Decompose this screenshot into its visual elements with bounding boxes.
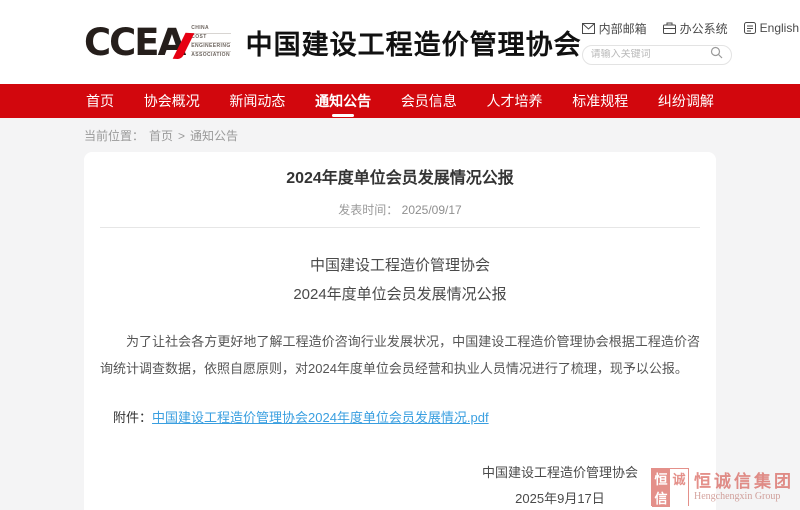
signature-row: 中国建设工程造价管理协会 2025年9月17日: [100, 460, 700, 510]
site-header: CCEA CHINA COST ENGINEERING ASSOCIATION …: [0, 0, 800, 84]
main-nav-inner: 首页 协会概况 新闻动态 通知公告 会员信息 人才培养 标准规程 纠纷调解: [84, 83, 716, 119]
attachment-label: 附件：: [113, 410, 152, 425]
internal-mail-link[interactable]: 内部邮箱: [582, 20, 647, 37]
publish-date-label: 发表时间：: [338, 203, 398, 217]
title-divider: [100, 227, 700, 228]
site-title: 中国建设工程造价管理协会: [246, 23, 582, 62]
article-paragraph: 为了让社会各方更好地了解工程造价咨询行业发展状况，中国建设工程造价管理协会根据工…: [100, 328, 700, 382]
search-box[interactable]: [582, 45, 732, 65]
office-system-label: 办公系统: [680, 20, 728, 37]
logo-subtext-line: ENGINEERING: [191, 43, 230, 52]
signature-block: 中国建设工程造价管理协会 2025年9月17日: [482, 460, 638, 510]
mail-icon: [582, 23, 595, 34]
publish-date-value: 2025/09/17: [402, 203, 462, 217]
logo-subtext-line: ASSOCIATION: [191, 52, 230, 60]
nav-item-training[interactable]: 人才培养: [485, 83, 545, 119]
breadcrumb: 当前位置： 首页 > 通知公告: [84, 118, 716, 152]
english-link[interactable]: English: [744, 21, 799, 35]
breadcrumb-current: 通知公告: [190, 127, 238, 144]
search-input[interactable]: [591, 49, 710, 60]
utility-links: 内部邮箱 办公系统 English: [582, 20, 799, 37]
article-card: 2024年度单位会员发展情况公报 发表时间： 2025/09/17 中国建设工程…: [84, 152, 716, 510]
nav-item-standards[interactable]: 标准规程: [570, 83, 630, 119]
nav-item-mediation[interactable]: 纠纷调解: [656, 83, 716, 119]
office-system-link[interactable]: 办公系统: [663, 20, 728, 37]
attachment-pdf-link[interactable]: 中国建设工程造价管理协会2024年度单位会员发展情况.pdf: [152, 410, 489, 425]
article-org-line: 中国建设工程造价管理协会: [100, 258, 700, 274]
nav-item-news[interactable]: 新闻动态: [227, 83, 287, 119]
breadcrumb-home-link[interactable]: 首页: [149, 127, 173, 144]
header-right: 内部邮箱 办公系统 English: [582, 20, 799, 65]
logo-acronym: CCEA: [84, 24, 184, 61]
nav-item-home[interactable]: 首页: [84, 83, 116, 119]
signature-org: 中国建设工程造价管理协会: [482, 460, 638, 486]
site-logo[interactable]: CCEA CHINA COST ENGINEERING ASSOCIATION …: [84, 23, 582, 62]
nav-item-members[interactable]: 会员信息: [399, 83, 459, 119]
globe-icon: [744, 22, 756, 34]
article-meta: 发表时间： 2025/09/17: [100, 201, 700, 218]
search-icon[interactable]: [710, 46, 723, 64]
briefcase-icon: [663, 22, 676, 34]
internal-mail-label: 内部邮箱: [599, 20, 647, 37]
breadcrumb-prefix: 当前位置：: [84, 127, 144, 144]
article-title: 2024年度单位会员发展情况公报: [100, 170, 700, 188]
logo-subtext-line: COST: [191, 34, 230, 43]
signature-date: 2025年9月17日: [482, 486, 638, 510]
logo-subtext-line: CHINA: [191, 25, 230, 34]
main-nav: 首页 协会概况 新闻动态 通知公告 会员信息 人才培养 标准规程 纠纷调解: [0, 84, 800, 118]
article-subtitle-line: 2024年度单位会员发展情况公报: [100, 287, 700, 303]
attachment-row: 附件：中国建设工程造价管理协会2024年度单位会员发展情况.pdf: [113, 407, 700, 426]
logo-subtext: CHINA COST ENGINEERING ASSOCIATION: [191, 25, 230, 60]
nav-item-notices[interactable]: 通知公告: [313, 83, 373, 119]
breadcrumb-separator: >: [178, 129, 185, 143]
english-label: English: [760, 21, 799, 35]
nav-item-about[interactable]: 协会概况: [142, 83, 202, 119]
